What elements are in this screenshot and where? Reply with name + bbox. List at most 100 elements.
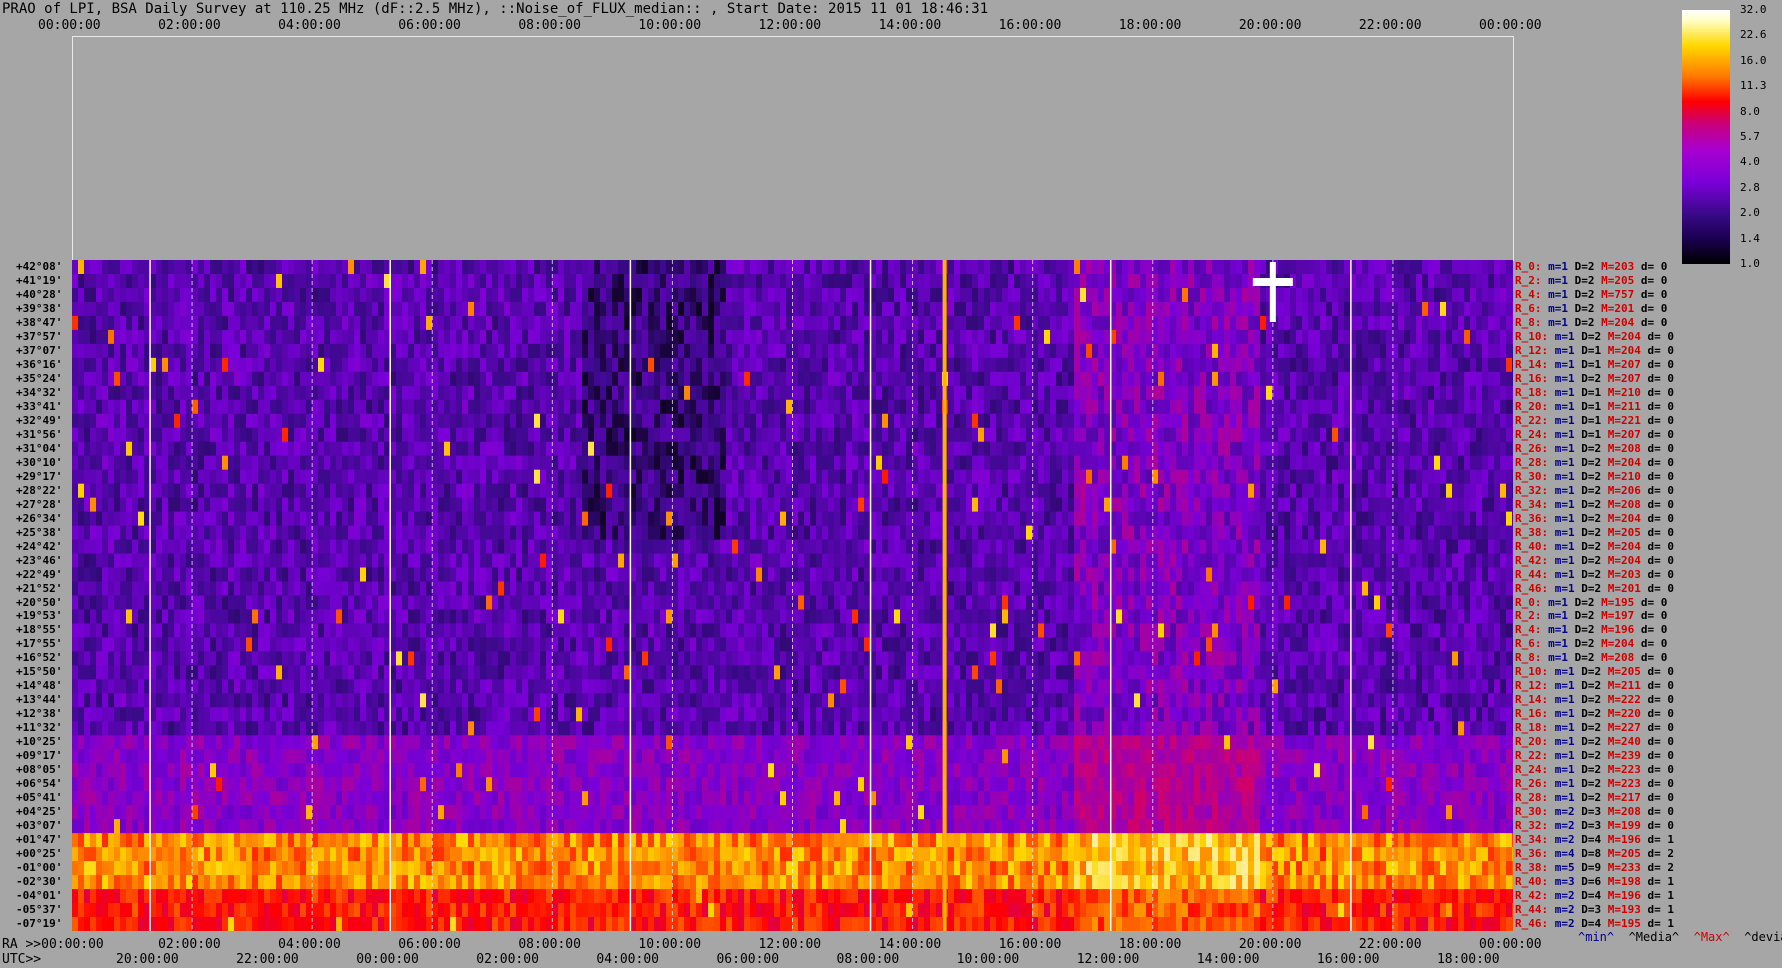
heatmap-cell: [522, 371, 528, 387]
heatmap-cell: [576, 427, 582, 443]
heatmap-cell: [354, 260, 360, 275]
heatmap-cell: [702, 287, 708, 303]
heatmap-cell: [618, 399, 624, 415]
heatmap-cell: [1140, 469, 1146, 485]
heatmap-cell: [336, 497, 342, 513]
heatmap-cell: [1416, 371, 1422, 387]
heatmap-cell: [300, 539, 306, 555]
heatmap-cell: [384, 455, 390, 471]
heatmap-cell: [294, 455, 300, 471]
heatmap-cell: [192, 260, 198, 275]
heatmap-cell: [1014, 343, 1020, 359]
heatmap-cell: [1308, 413, 1314, 429]
heatmap-cell: [1044, 357, 1050, 373]
heatmap-cell: [1164, 287, 1170, 303]
heatmap-cell: [354, 357, 360, 373]
heatmap-cell: [456, 301, 462, 317]
heatmap-cell: [978, 441, 984, 457]
heatmap-cell: [1104, 273, 1110, 289]
heatmap-cell: [1074, 427, 1080, 443]
heatmap-cell: [558, 260, 564, 275]
heatmap-cell: [126, 273, 132, 289]
heatmap-cell: [1380, 497, 1386, 513]
heatmap-cell: [1086, 260, 1092, 275]
heatmap-cell: [654, 483, 660, 499]
heatmap-cell: [528, 273, 534, 289]
heatmap-cell: [948, 315, 954, 331]
heatmap-cell: [714, 427, 720, 443]
heatmap-cell: [660, 483, 666, 499]
heatmap-cell: [930, 385, 936, 401]
heatmap-cell: [990, 441, 996, 457]
heatmap-cell: [1026, 273, 1032, 289]
heatmap-cell: [450, 483, 456, 499]
heatmap-cell: [666, 469, 672, 485]
heatmap-cell: [1446, 469, 1452, 485]
heatmap-cell: [834, 525, 840, 541]
heatmap-cell: [1470, 497, 1476, 513]
heatmap-cell: [360, 273, 366, 289]
heatmap-cell: [798, 413, 804, 429]
heatmap-cell: [384, 399, 390, 415]
heatmap-cell: [1260, 385, 1266, 401]
heatmap-cell: [408, 385, 414, 401]
heatmap-cell: [1176, 357, 1182, 373]
heatmap-cell: [666, 399, 672, 415]
heatmap-cell: [414, 315, 420, 331]
heatmap-cell: [1140, 497, 1146, 513]
heatmap-cell: [222, 301, 228, 317]
heatmap-cell: [468, 441, 474, 457]
heatmap-cell: [552, 357, 558, 373]
heatmap-cell: [582, 427, 588, 443]
heatmap-cell: [720, 483, 726, 499]
heatmap-cell: [324, 329, 330, 345]
heatmap-cell: [1218, 273, 1224, 289]
heatmap-cell: [432, 357, 438, 373]
heatmap-cell: [570, 357, 576, 373]
heatmap-cell: [600, 260, 606, 275]
heatmap-cell: [666, 357, 672, 373]
heatmap-cell: [222, 357, 228, 373]
heatmap-cell: [738, 273, 744, 289]
heatmap-cell: [588, 301, 594, 317]
heatmap-cell: [174, 427, 180, 443]
heatmap-cell: [1362, 357, 1368, 373]
heatmap-cell: [804, 539, 810, 555]
heatmap-cell: [930, 497, 936, 513]
heatmap-cell: [1290, 483, 1296, 499]
heatmap-cell: [396, 273, 402, 289]
heatmap-cell: [744, 371, 750, 387]
heatmap-cell: [1380, 399, 1386, 415]
heatmap-cell: [84, 441, 90, 457]
heatmap-cell: [1074, 469, 1080, 485]
heatmap-cell: [360, 260, 366, 275]
heatmap-cell: [972, 315, 978, 331]
heatmap-cell: [216, 357, 222, 373]
heatmap-cell: [582, 357, 588, 373]
heatmap-cell: [1284, 469, 1290, 485]
heatmap-cell: [300, 343, 306, 359]
heatmap-cell: [624, 525, 630, 541]
heatmap-cell: [576, 371, 582, 387]
heatmap-cell: [504, 329, 510, 345]
heatmap-cell: [618, 287, 624, 303]
heatmap-cell: [360, 371, 366, 387]
heatmap-cell: [384, 273, 390, 289]
heatmap-cell: [1002, 343, 1008, 359]
heatmap-cell: [480, 301, 486, 317]
heatmap-cell: [906, 287, 912, 303]
heatmap-cell: [906, 301, 912, 317]
heatmap-cell: [852, 497, 858, 513]
heatmap-cell: [72, 273, 78, 289]
heatmap-cell: [1326, 260, 1332, 275]
heatmap-cell: [756, 427, 762, 443]
heatmap-cell: [1056, 525, 1062, 541]
heatmap-cell: [1188, 357, 1194, 373]
top-tick-label: 06:00:00: [398, 18, 461, 33]
heatmap-cell: [816, 385, 822, 401]
heatmap-cell: [276, 497, 282, 513]
heatmap-cell: [198, 385, 204, 401]
heatmap-cell: [780, 343, 786, 359]
heatmap-cell: [1170, 287, 1176, 303]
heatmap-cell: [1296, 273, 1302, 289]
